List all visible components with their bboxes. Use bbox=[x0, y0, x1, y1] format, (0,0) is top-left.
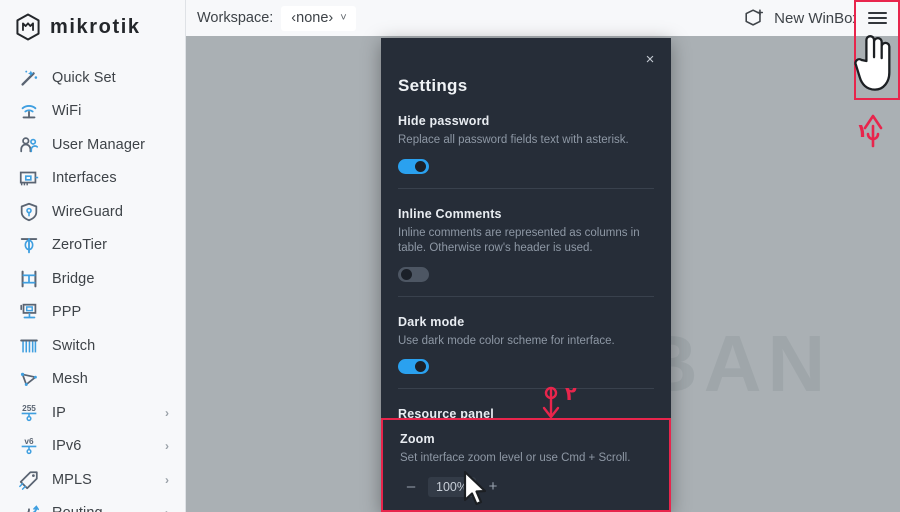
sidebar-item-label: Bridge bbox=[52, 271, 95, 287]
sidebar-item-label: IPv6 bbox=[52, 438, 81, 454]
new-winbox-label: New WinBox bbox=[774, 10, 860, 27]
zoom-inner: Zoom Set interface zoom level or use Cmd… bbox=[383, 420, 669, 498]
sidebar-nav: Quick Set WiFi User Manager bbox=[0, 55, 185, 512]
sidebar-item-label: ZeroTier bbox=[52, 237, 107, 253]
app-root: BAN mikrotik Quick Set bbox=[0, 0, 900, 512]
users-icon bbox=[18, 134, 40, 156]
setting-dark-mode: Dark mode Use dark mode color scheme for… bbox=[398, 297, 654, 390]
wifi-icon bbox=[18, 100, 40, 122]
chevron-right-icon: › bbox=[165, 506, 169, 512]
chevron-right-icon: › bbox=[165, 473, 169, 487]
zoom-controls: – 100% + bbox=[400, 476, 652, 498]
sidebar-item-label: Quick Set bbox=[52, 70, 116, 86]
sidebar-item-ipv6[interactable]: v6 IPv6 › bbox=[0, 430, 185, 464]
setting-description: Use dark mode color scheme for interface… bbox=[398, 334, 654, 350]
sidebar-item-interfaces[interactable]: Interfaces bbox=[0, 162, 185, 196]
zerotier-icon bbox=[18, 234, 40, 256]
routing-icon bbox=[18, 502, 40, 512]
setting-description: Replace all password fields text with as… bbox=[398, 133, 654, 149]
sidebar-item-label: MPLS bbox=[52, 472, 92, 488]
ppp-icon bbox=[18, 301, 40, 323]
hamburger-line bbox=[868, 22, 887, 24]
zoom-level-value[interactable]: 100% bbox=[428, 477, 476, 497]
bridge-icon bbox=[18, 268, 40, 290]
zoom-section: Zoom Set interface zoom level or use Cmd… bbox=[381, 418, 671, 512]
sidebar-item-quick-set[interactable]: Quick Set bbox=[0, 61, 185, 95]
sidebar-item-label: PPP bbox=[52, 304, 81, 320]
new-winbox-cube-icon bbox=[743, 7, 765, 29]
toggle-knob bbox=[401, 269, 412, 280]
sidebar-item-label: IP bbox=[52, 405, 66, 421]
dark-mode-toggle[interactable] bbox=[398, 359, 429, 374]
close-icon[interactable]: × bbox=[641, 50, 659, 68]
sidebar-item-ppp[interactable]: PPP bbox=[0, 296, 185, 330]
brand-name: mikrotik bbox=[50, 17, 141, 37]
toggle-knob bbox=[415, 361, 426, 372]
sidebar-item-label: WiFi bbox=[52, 103, 81, 119]
top-toolbar: Workspace: ‹none› ˅ New WinBox bbox=[186, 0, 900, 36]
new-winbox-button[interactable]: New WinBox bbox=[737, 0, 866, 36]
chevron-right-icon: › bbox=[165, 406, 169, 420]
sidebar-item-label: WireGuard bbox=[52, 204, 123, 220]
sidebar-item-wireguard[interactable]: WireGuard bbox=[0, 195, 185, 229]
hamburger-menu-button[interactable] bbox=[856, 2, 898, 34]
svg-text:255: 255 bbox=[22, 404, 36, 413]
magic-wand-icon bbox=[18, 67, 40, 89]
toolbar-actions: New WinBox bbox=[737, 0, 900, 36]
sidebar-item-label: User Manager bbox=[52, 137, 145, 153]
zoom-title: Zoom bbox=[400, 432, 652, 446]
zoom-increase-button[interactable]: + bbox=[482, 476, 504, 498]
chevron-right-icon: › bbox=[165, 439, 169, 453]
ip-255-icon: 255 bbox=[18, 402, 40, 424]
sidebar-item-switch[interactable]: Switch bbox=[0, 329, 185, 363]
mesh-icon bbox=[18, 368, 40, 390]
ipv6-icon: v6 bbox=[18, 435, 40, 457]
sidebar-item-routing[interactable]: Routing › bbox=[0, 497, 185, 512]
setting-title: Inline Comments bbox=[398, 207, 654, 221]
workspace-label: Workspace: bbox=[197, 10, 273, 26]
network-card-icon bbox=[18, 167, 40, 189]
hide-password-toggle[interactable] bbox=[398, 159, 429, 174]
brand-logo[interactable]: mikrotik bbox=[0, 0, 185, 55]
svg-text:v6: v6 bbox=[24, 437, 34, 446]
annotation-step-1-number: ۱ bbox=[856, 120, 868, 142]
setting-inline-comments: Inline Comments Inline comments are repr… bbox=[398, 189, 654, 297]
hand-pointer-cursor bbox=[854, 28, 896, 94]
chevron-down-icon: ˅ bbox=[340, 12, 346, 24]
sidebar-item-wifi[interactable]: WiFi bbox=[0, 95, 185, 129]
sidebar-item-label: Routing bbox=[52, 505, 103, 512]
sidebar-item-mpls[interactable]: MPLS › bbox=[0, 463, 185, 497]
workspace-value: ‹none› bbox=[291, 10, 333, 26]
sidebar-item-label: Interfaces bbox=[52, 170, 117, 186]
setting-hide-password: Hide password Replace all password field… bbox=[398, 96, 654, 189]
sidebar-item-bridge[interactable]: Bridge bbox=[0, 262, 185, 296]
inline-comments-toggle[interactable] bbox=[398, 267, 429, 282]
toggle-knob bbox=[415, 161, 426, 172]
annotation-step-2-number: ۲ bbox=[565, 383, 577, 405]
setting-description: Inline comments are represented as colum… bbox=[398, 226, 654, 257]
sidebar-item-label: Mesh bbox=[52, 371, 88, 387]
hamburger-line bbox=[868, 17, 887, 19]
sidebar-item-ip[interactable]: 255 IP › bbox=[0, 396, 185, 430]
zoom-decrease-button[interactable]: – bbox=[400, 476, 422, 498]
sidebar-item-mesh[interactable]: Mesh bbox=[0, 363, 185, 397]
settings-dialog: × Settings Hide password Replace all pas… bbox=[381, 38, 671, 512]
setting-title: Dark mode bbox=[398, 315, 654, 329]
workspace-dropdown[interactable]: ‹none› ˅ bbox=[281, 6, 355, 31]
sidebar-item-user-manager[interactable]: User Manager bbox=[0, 128, 185, 162]
shield-icon bbox=[18, 201, 40, 223]
setting-title: Hide password bbox=[398, 114, 654, 128]
dialog-title: Settings bbox=[381, 38, 671, 96]
mikrotik-cube-icon bbox=[15, 13, 41, 41]
sidebar-item-label: Switch bbox=[52, 338, 95, 354]
zoom-description: Set interface zoom level or use Cmd + Sc… bbox=[400, 451, 652, 467]
switch-icon bbox=[18, 335, 40, 357]
sidebar: mikrotik Quick Set WiFi bbox=[0, 0, 186, 512]
tag-icon bbox=[18, 469, 40, 491]
sidebar-item-zerotier[interactable]: ZeroTier bbox=[0, 229, 185, 263]
hamburger-line bbox=[868, 12, 887, 14]
